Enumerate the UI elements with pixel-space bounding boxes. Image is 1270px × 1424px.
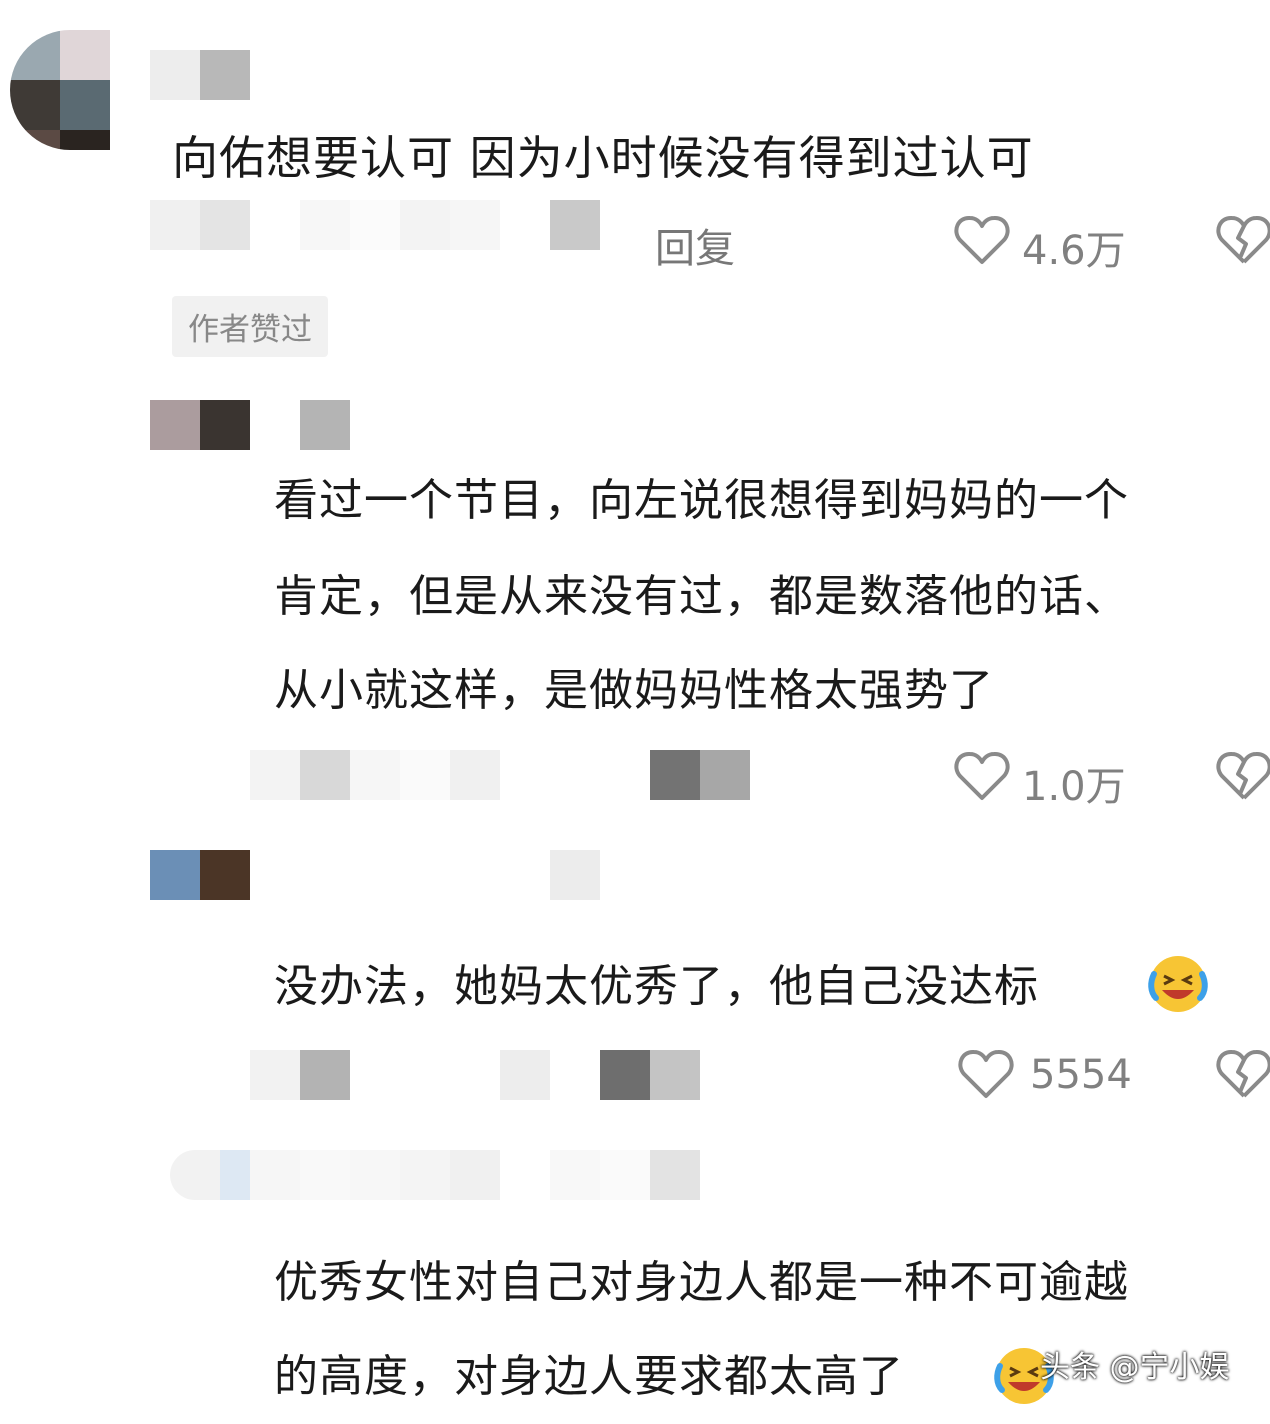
comment-meta-blurred <box>250 1050 700 1100</box>
comment-text: 向佑想要认可 因为小时候没有得到过认可 <box>172 131 1034 185</box>
username-blurred[interactable] <box>250 1150 700 1200</box>
like-count: 4.6万 <box>1022 228 1126 274</box>
heart-icon[interactable] <box>954 750 1010 802</box>
comment-text-line-1: 看过一个节目，向左说很想得到妈妈的一个 <box>274 475 1129 526</box>
reply-button[interactable]: 回复 <box>655 216 735 274</box>
avatar[interactable] <box>150 400 250 450</box>
broken-heart-icon[interactable] <box>1216 214 1270 266</box>
comment-text-line-1: 优秀女性对自己对身边人都是一种不可逾越 <box>274 1257 1129 1308</box>
watermark: 头条 @宁小娱 <box>1040 1350 1230 1385</box>
heart-icon[interactable] <box>958 1048 1014 1100</box>
author-liked-tag: 作者赞过 <box>172 296 328 357</box>
avatar[interactable] <box>150 850 250 900</box>
broken-heart-icon[interactable] <box>1216 750 1270 802</box>
broken-heart-icon[interactable] <box>1216 1048 1270 1100</box>
username-blurred[interactable] <box>300 400 350 450</box>
heart-icon[interactable] <box>954 214 1010 266</box>
username-blurred[interactable] <box>550 850 600 900</box>
like-count: 1.0万 <box>1022 764 1126 810</box>
like-count: 5554 <box>1030 1052 1132 1098</box>
comment-text: 没办法，她妈太优秀了，他自己没达标 <box>274 961 1039 1012</box>
username-blurred[interactable] <box>150 50 250 100</box>
comment-meta-blurred <box>150 200 600 250</box>
comment-text-line-2: 肯定，但是从来没有过，都是数落他的话、 <box>274 571 1129 622</box>
comment-text-line-3: 从小就这样，是做妈妈性格太强势了 <box>274 665 994 716</box>
comment-meta-blurred <box>250 750 750 800</box>
comment-text-line-2: 的高度，对身边人要求都太高了 <box>274 1351 904 1402</box>
avatar[interactable] <box>170 1150 250 1200</box>
laughing-crying-emoji <box>1148 956 1208 1012</box>
avatar[interactable] <box>10 30 150 150</box>
